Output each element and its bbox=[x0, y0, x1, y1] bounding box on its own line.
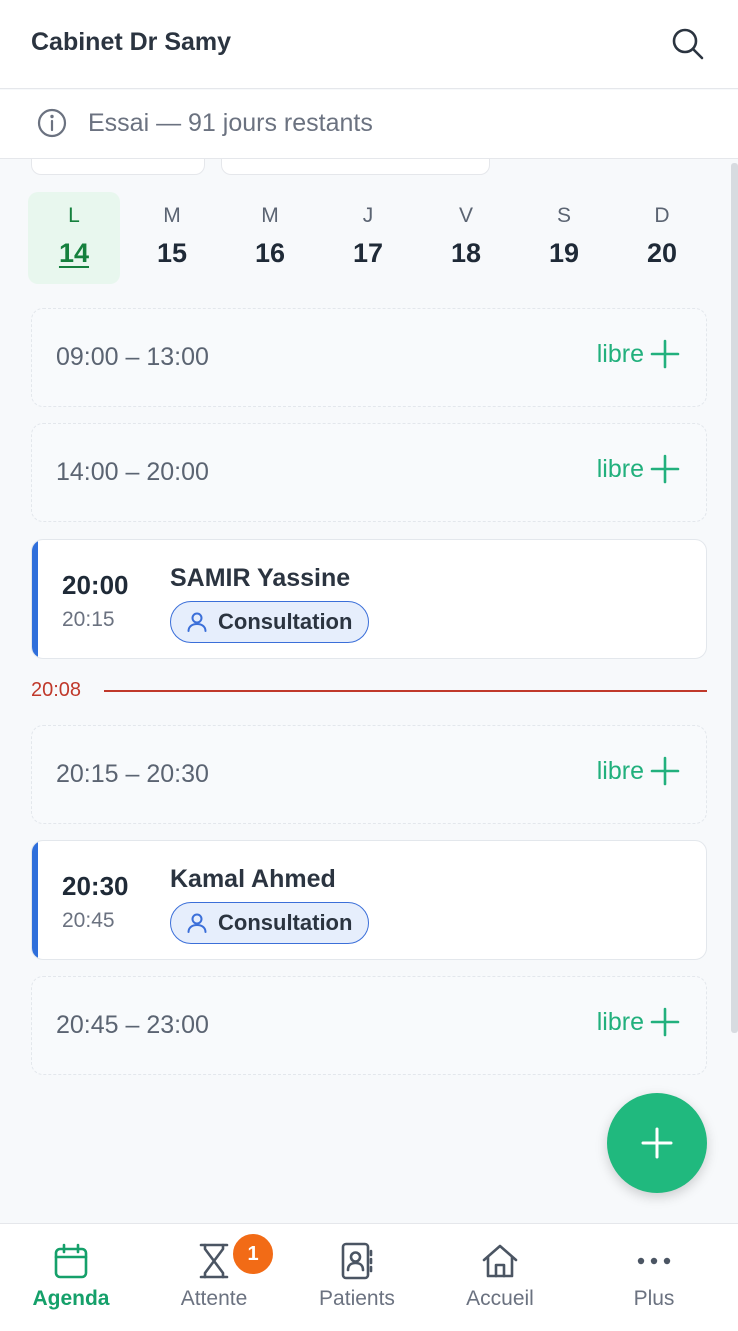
day-thursday[interactable]: J 17 bbox=[322, 192, 414, 284]
day-letter: M bbox=[261, 204, 279, 227]
nav-attente-label: Attente bbox=[180, 1287, 248, 1310]
plus-icon bbox=[650, 339, 680, 369]
slot-free-label: libre bbox=[596, 1007, 644, 1036]
day-wednesday[interactable]: M 16 bbox=[224, 192, 316, 284]
free-slot[interactable]: 20:15 – 20:30 libre bbox=[31, 725, 707, 824]
day-tuesday[interactable]: M 15 bbox=[126, 192, 218, 284]
plus-icon bbox=[650, 756, 680, 786]
current-time: 20:08 bbox=[31, 679, 82, 701]
patient-name: SAMIR Yassine bbox=[170, 564, 351, 592]
appointment-type: Consultation bbox=[218, 609, 353, 634]
contacts-book-icon bbox=[341, 1242, 373, 1280]
slot-range: 09:00 – 13:00 bbox=[56, 343, 209, 371]
nav-plus[interactable]: Plus bbox=[584, 1224, 724, 1331]
slot-range: 20:15 – 20:30 bbox=[56, 760, 209, 788]
day-number: 17 bbox=[352, 238, 384, 268]
agenda-content[interactable]: L 14 M 15 M 16 J 17 V 18 S 19 D 20 09:00… bbox=[0, 159, 738, 1223]
slot-range: 14:00 – 20:00 bbox=[56, 458, 209, 486]
add-appointment-button[interactable]: libre bbox=[597, 339, 680, 369]
add-appointment-fab[interactable] bbox=[607, 1093, 707, 1193]
nav-agenda-label: Agenda bbox=[32, 1287, 110, 1310]
add-appointment-button[interactable]: libre bbox=[597, 756, 680, 786]
free-slot[interactable]: 20:45 – 23:00 libre bbox=[31, 976, 707, 1075]
nav-patients-label: Patients bbox=[319, 1287, 395, 1310]
day-number: 20 bbox=[646, 238, 678, 268]
plus-icon bbox=[641, 1127, 673, 1159]
week-strip: L 14 M 15 M 16 J 17 V 18 S 19 D 20 bbox=[28, 192, 713, 284]
info-icon bbox=[37, 108, 67, 138]
appointment-accent-bar bbox=[32, 841, 38, 959]
patient-name: Kamal Ahmed bbox=[170, 865, 336, 893]
appointment-accent-bar bbox=[32, 540, 38, 658]
day-number: 16 bbox=[254, 238, 286, 268]
nav-accueil-label: Accueil bbox=[466, 1287, 534, 1310]
plus-icon bbox=[650, 454, 680, 484]
free-slot[interactable]: 14:00 – 20:00 libre bbox=[31, 423, 707, 522]
appointment-type-badge: Consultation bbox=[170, 902, 370, 944]
view-toggle[interactable] bbox=[31, 159, 205, 175]
day-number: 18 bbox=[450, 238, 482, 268]
waiting-count-badge: 1 bbox=[230, 1231, 276, 1277]
day-letter: D bbox=[654, 204, 670, 227]
slot-range: 20:45 – 23:00 bbox=[56, 1011, 209, 1039]
user-icon bbox=[187, 913, 207, 933]
nav-agenda[interactable]: Agenda bbox=[1, 1224, 141, 1331]
calendar-icon bbox=[54, 1243, 88, 1279]
day-letter: V bbox=[458, 204, 473, 227]
appointment-end: 20:45 bbox=[62, 909, 115, 932]
slot-free-label: libre bbox=[596, 756, 644, 785]
day-number: 15 bbox=[156, 238, 188, 268]
hourglass-icon bbox=[199, 1243, 229, 1279]
appointment-start: 20:00 bbox=[62, 570, 129, 600]
date-selector[interactable] bbox=[221, 159, 490, 175]
appointment-card[interactable]: 20:30 20:45 Kamal Ahmed Consultation bbox=[31, 840, 707, 960]
add-appointment-button[interactable]: libre bbox=[597, 454, 680, 484]
day-saturday[interactable]: S 19 bbox=[518, 192, 610, 284]
nav-accueil[interactable]: Accueil bbox=[430, 1224, 570, 1331]
home-icon bbox=[482, 1244, 518, 1278]
app-header: Cabinet Dr Samy bbox=[0, 0, 738, 89]
nav-plus-label: Plus bbox=[633, 1287, 675, 1310]
user-icon bbox=[187, 612, 207, 632]
trial-banner: Essai — 91 jours restants bbox=[0, 90, 738, 159]
page-title: Cabinet Dr Samy bbox=[31, 28, 232, 56]
slot-free-label: libre bbox=[596, 339, 644, 368]
day-letter: J bbox=[362, 204, 374, 227]
day-number: 19 bbox=[548, 238, 580, 268]
slot-free-label: libre bbox=[596, 454, 644, 483]
trial-text: Essai — 91 jours restants bbox=[88, 109, 373, 137]
scrollbar[interactable] bbox=[731, 163, 738, 1033]
day-friday[interactable]: V 18 bbox=[420, 192, 512, 284]
bottom-nav: Agenda Attente Patients Accueil Plus bbox=[0, 1223, 738, 1331]
appointment-start: 20:30 bbox=[62, 871, 129, 901]
day-letter: S bbox=[556, 204, 571, 227]
day-number: 14 bbox=[58, 238, 90, 268]
free-slot[interactable]: 09:00 – 13:00 libre bbox=[31, 308, 707, 407]
appointment-type-badge: Consultation bbox=[170, 601, 370, 643]
appointment-card[interactable]: 20:00 20:15 SAMIR Yassine Consultation bbox=[31, 539, 707, 659]
day-sunday[interactable]: D 20 bbox=[616, 192, 708, 284]
current-time-indicator: 20:08 bbox=[31, 679, 707, 701]
day-letter: L bbox=[68, 204, 80, 227]
plus-icon bbox=[650, 1007, 680, 1037]
more-dots-icon bbox=[637, 1257, 671, 1265]
appointment-type: Consultation bbox=[218, 910, 353, 935]
day-letter: M bbox=[163, 204, 181, 227]
day-monday[interactable]: L 14 bbox=[28, 192, 120, 284]
add-appointment-button[interactable]: libre bbox=[597, 1007, 680, 1037]
appointment-end: 20:15 bbox=[62, 608, 115, 631]
nav-patients[interactable]: Patients bbox=[287, 1224, 427, 1331]
current-time-line bbox=[104, 690, 707, 692]
search-icon[interactable] bbox=[668, 24, 708, 64]
